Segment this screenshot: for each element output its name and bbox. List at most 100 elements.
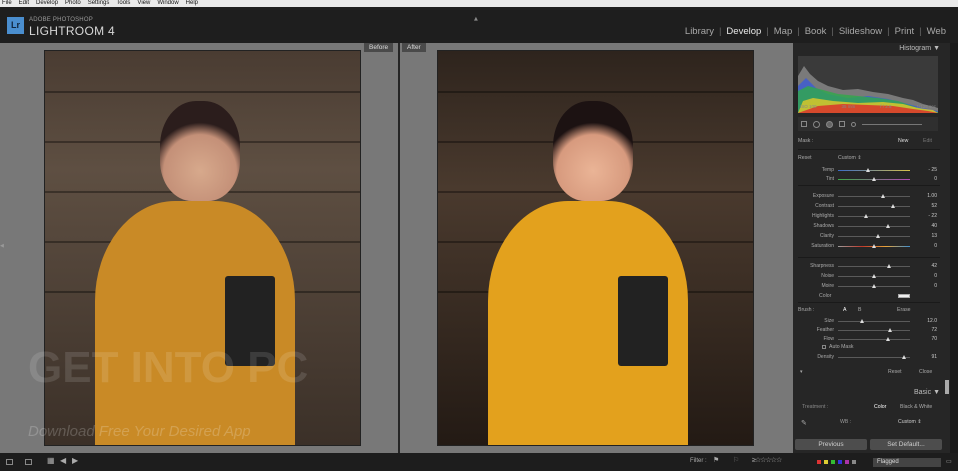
- slider-value[interactable]: - 22: [928, 213, 937, 219]
- slider-track[interactable]: [838, 216, 910, 217]
- menu-window[interactable]: Window: [157, 0, 178, 7]
- effect-reset-label[interactable]: Reset: [798, 155, 812, 161]
- slider-value[interactable]: 12.0: [927, 318, 937, 324]
- slider-track[interactable]: [838, 339, 910, 340]
- label-blue-icon[interactable]: [838, 460, 842, 464]
- slider-value[interactable]: 42: [931, 263, 937, 269]
- window-1-icon[interactable]: [6, 459, 13, 465]
- slider-track[interactable]: [838, 196, 910, 197]
- slider-knob-icon[interactable]: [890, 204, 895, 208]
- menu-view[interactable]: View: [137, 0, 150, 7]
- set-default-button[interactable]: Set Default...: [870, 439, 942, 450]
- adjustment-brush-icon[interactable]: [851, 121, 856, 127]
- slider-knob-icon[interactable]: [859, 319, 864, 323]
- menu-develop[interactable]: Develop: [36, 0, 58, 7]
- label-green-icon[interactable]: [831, 460, 835, 464]
- menu-help[interactable]: Help: [186, 0, 198, 7]
- mask-edit-button[interactable]: Edit: [923, 138, 932, 144]
- slider-knob-icon[interactable]: [886, 224, 891, 228]
- menu-tools[interactable]: Tools: [116, 0, 130, 7]
- slider-knob-icon[interactable]: [886, 337, 891, 341]
- slider-value[interactable]: 0: [934, 176, 937, 182]
- panel-scrollbar[interactable]: [950, 43, 958, 453]
- slider-value[interactable]: 70: [931, 336, 937, 342]
- rating-stars-icon[interactable]: ≥☆☆☆☆☆: [752, 456, 782, 464]
- treatment-color-button[interactable]: Color: [874, 404, 886, 410]
- histogram-header[interactable]: Histogram ▼: [899, 45, 940, 52]
- module-web[interactable]: Web: [922, 26, 951, 37]
- grid-icon[interactable]: ▦: [47, 456, 55, 465]
- slider-track[interactable]: [838, 266, 910, 267]
- module-book[interactable]: Book: [800, 26, 832, 37]
- slider-track[interactable]: [838, 321, 910, 322]
- slider-knob-icon[interactable]: [887, 328, 892, 332]
- filter-preset-select[interactable]: Flagged: [873, 458, 941, 467]
- slider-value[interactable]: 0: [934, 273, 937, 279]
- brush-b-button[interactable]: B: [858, 307, 861, 313]
- flag-icon[interactable]: ⚑: [713, 456, 719, 464]
- module-print[interactable]: Print: [890, 26, 920, 37]
- unflag-icon[interactable]: ⚐: [733, 456, 739, 464]
- slider-knob-icon[interactable]: [887, 264, 892, 268]
- forward-arrow-icon[interactable]: ▶: [72, 456, 78, 465]
- previous-button[interactable]: Previous: [795, 439, 867, 450]
- slider-value[interactable]: 1.00: [927, 193, 937, 199]
- slider-knob-icon[interactable]: [876, 234, 881, 238]
- effect-preset-select[interactable]: Custom ⇕: [838, 155, 862, 161]
- reset-button[interactable]: Reset: [888, 369, 902, 375]
- slider-track[interactable]: [838, 170, 910, 171]
- white-balance-dropper-icon[interactable]: ✎: [801, 419, 807, 427]
- red-eye-icon[interactable]: [826, 120, 833, 128]
- window-2-icon[interactable]: [25, 459, 32, 465]
- spot-removal-icon[interactable]: [813, 120, 820, 128]
- slider-value[interactable]: 13: [931, 233, 937, 239]
- brush-erase-button[interactable]: Erase: [897, 307, 911, 313]
- tool-slider-icon[interactable]: [862, 123, 922, 125]
- collapse-top-arrow-icon[interactable]: ▲: [474, 16, 478, 22]
- back-arrow-icon[interactable]: ◀: [60, 456, 66, 465]
- basic-header[interactable]: Basic ▼: [914, 389, 940, 396]
- menu-file[interactable]: File: [2, 0, 12, 7]
- crop-tool-icon[interactable]: [801, 121, 807, 127]
- slider-track[interactable]: [838, 226, 910, 227]
- brush-a-button[interactable]: A: [843, 307, 846, 313]
- slider-knob-icon[interactable]: [901, 355, 906, 359]
- slider-value[interactable]: 0: [934, 243, 937, 249]
- slider-track[interactable]: [838, 357, 910, 358]
- slider-knob-icon[interactable]: [880, 194, 885, 198]
- filter-lock-icon[interactable]: ▭: [946, 458, 952, 465]
- toggle-switch-icon[interactable]: ▾: [800, 369, 803, 375]
- slider-knob-icon[interactable]: [872, 177, 876, 181]
- after-photo[interactable]: [437, 50, 754, 446]
- slider-value[interactable]: 0: [934, 283, 937, 289]
- slider-knob-icon[interactable]: [872, 284, 876, 288]
- wb-select[interactable]: Custom ⇕: [898, 419, 922, 425]
- module-slideshow[interactable]: Slideshow: [834, 26, 887, 37]
- slider-knob-icon[interactable]: [872, 274, 876, 278]
- label-yellow-icon[interactable]: [824, 460, 828, 464]
- close-button[interactable]: Close: [919, 369, 932, 375]
- slider-knob-icon[interactable]: [866, 168, 871, 172]
- slider-value[interactable]: 91: [931, 354, 937, 360]
- slider-value[interactable]: 40: [931, 223, 937, 229]
- slider-track[interactable]: [838, 330, 910, 331]
- menu-settings[interactable]: Settings: [88, 0, 110, 7]
- slider-knob-icon[interactable]: [872, 244, 876, 248]
- slider-track[interactable]: [838, 206, 910, 207]
- label-gray-icon[interactable]: [852, 460, 856, 464]
- menu-photo[interactable]: Photo: [65, 0, 81, 7]
- auto-mask-checkbox[interactable]: [822, 345, 826, 349]
- module-library[interactable]: Library: [680, 26, 719, 37]
- slider-value[interactable]: 52: [931, 203, 937, 209]
- slider-value[interactable]: - 25: [928, 167, 937, 173]
- slider-knob-icon[interactable]: [864, 214, 869, 218]
- treatment-bw-button[interactable]: Black & White: [900, 404, 932, 410]
- slider-value[interactable]: 72: [931, 327, 937, 333]
- menu-edit[interactable]: Edit: [19, 0, 29, 7]
- module-map[interactable]: Map: [769, 26, 797, 37]
- color-swatch[interactable]: [898, 294, 910, 298]
- label-red-icon[interactable]: [817, 460, 821, 464]
- label-purple-icon[interactable]: [845, 460, 849, 464]
- mask-new-button[interactable]: New: [898, 138, 908, 144]
- panel-scrollbar-thumb[interactable]: [945, 380, 949, 394]
